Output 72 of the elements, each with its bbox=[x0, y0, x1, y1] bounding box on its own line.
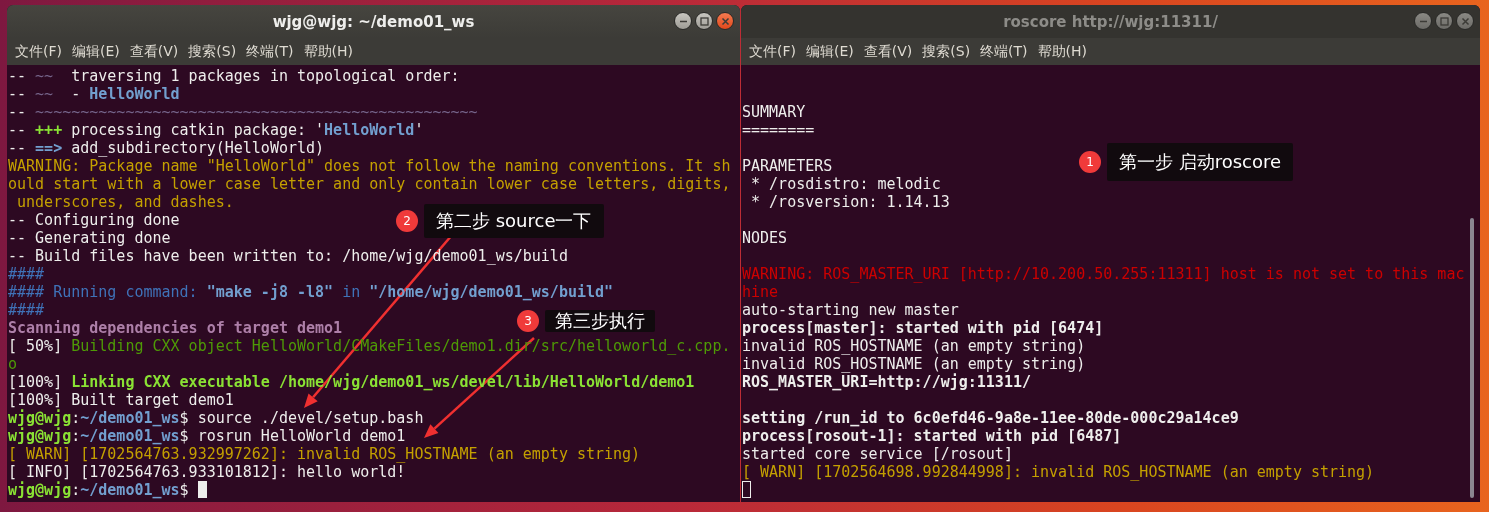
menu-item[interactable]: 终端(T) bbox=[975, 42, 1033, 61]
window-title: wjg@wjg: ~/demo01_ws bbox=[272, 12, 475, 31]
menu-item[interactable]: 文件(F) bbox=[10, 42, 67, 61]
menu-item[interactable]: 文件(F) bbox=[744, 42, 801, 61]
terminal-line: invalid ROS_HOSTNAME (an empty string) bbox=[742, 355, 1086, 373]
terminal-line: ROS_MASTER_URI=http://wjg:11311/ bbox=[742, 373, 1031, 391]
callout-label: 第三步执行 bbox=[545, 310, 655, 332]
terminal-line: #### bbox=[8, 301, 45, 319]
terminal-line: #### bbox=[8, 265, 45, 283]
menu-item[interactable]: 帮助(H) bbox=[298, 42, 359, 61]
terminal-line: [100%] Built target demo1 bbox=[8, 391, 234, 409]
terminal-line: -- ~~ - HelloWorld bbox=[8, 85, 180, 103]
menu-item[interactable]: 帮助(H) bbox=[1032, 42, 1093, 61]
menu-item[interactable]: 编辑(E) bbox=[67, 42, 125, 61]
maximize-icon bbox=[699, 16, 709, 26]
terminal-line: * /rosdistro: melodic bbox=[750, 175, 941, 193]
terminal-line: SUMMARY bbox=[742, 103, 806, 121]
menu-item[interactable]: 搜索(S) bbox=[917, 42, 976, 61]
menu-item[interactable]: 搜索(S) bbox=[183, 42, 242, 61]
maximize-button[interactable] bbox=[1435, 12, 1453, 30]
terminal-line: -- ==> add_subdirectory(HelloWorld) bbox=[8, 139, 325, 157]
terminal-line: [ WARN] [1702564698.992844998]: invalid ROS_HOSTNAME (an empty string) bbox=[742, 463, 1375, 481]
step-number-badge: 3 bbox=[517, 310, 539, 332]
terminal-line: WARNING: ROS_MASTER_URI [http://10.200.50.255:11311] host is not set to this mac bbox=[742, 265, 1465, 283]
minimize-icon bbox=[1418, 20, 1428, 22]
menu-item[interactable]: 编辑(E) bbox=[801, 42, 859, 61]
menu-item[interactable]: 终端(T) bbox=[241, 42, 299, 61]
terminal-line: wjg@wjg:~/demo01_ws$ bbox=[8, 481, 190, 499]
terminal-line: -- ~~ traversing 1 packages in topological order: bbox=[8, 67, 460, 85]
maximize-icon bbox=[1439, 16, 1449, 26]
terminal-line: wjg@wjg:~/demo01_ws$ rosrun HelloWorld demo1 bbox=[8, 427, 406, 445]
terminal-line: invalid ROS_HOSTNAME (an empty string) bbox=[742, 337, 1086, 355]
step-number-badge: 1 bbox=[1079, 151, 1101, 173]
close-button[interactable] bbox=[1456, 12, 1474, 30]
terminal-line: NODES bbox=[742, 229, 788, 247]
terminal-line: process[master]: started with pid [6474] bbox=[742, 319, 1104, 337]
terminal-line: setting /run_id to 6c0efd46-9a8e-11ee-80de-000c29a14ce9 bbox=[742, 409, 1239, 427]
terminal-line: Scanning dependencies of target demo1 bbox=[8, 319, 343, 337]
window-title: roscore http://wjg:11311/ bbox=[1003, 12, 1218, 31]
terminal-line: started core service [/rosout] bbox=[742, 445, 1013, 463]
terminal-line: process[rosout-1]: started with pid [6487] bbox=[742, 427, 1122, 445]
terminal-line: [ WARN] [1702564763.932997262]: invalid ROS_HOSTNAME (an empty string) bbox=[8, 445, 641, 463]
text-cursor bbox=[197, 481, 207, 498]
scrollbar[interactable] bbox=[1470, 218, 1474, 498]
terminal-line: PARAMETERS bbox=[742, 157, 833, 175]
terminal-line: wjg@wjg:~/demo01_ws$ source ./devel/setup.bash bbox=[8, 409, 424, 427]
menu-item[interactable]: 查看(V) bbox=[858, 42, 918, 61]
minimize-icon bbox=[678, 20, 688, 22]
terminal-line: * /rosversion: 1.14.13 bbox=[750, 193, 950, 211]
minimize-button[interactable] bbox=[1414, 12, 1432, 30]
terminal-line: o bbox=[8, 355, 18, 373]
terminal-line: underscores, and dashes. bbox=[16, 193, 234, 211]
terminal-line: -- Generating done bbox=[8, 229, 171, 247]
terminal-line: -- ~~~~~~~~~~~~~~~~~~~~~~~~~~~~~~~~~~~~~~~~~~~~~~~~~ bbox=[8, 103, 478, 121]
terminal-line: auto-starting new master bbox=[742, 301, 959, 319]
terminal-line: hine bbox=[742, 283, 779, 301]
step-number-badge: 2 bbox=[396, 210, 418, 232]
text-cursor bbox=[742, 481, 751, 498]
terminal-line: [ INFO] [1702564763.933101812]: hello world! bbox=[8, 463, 406, 481]
callout-label: 第一步 启动roscore bbox=[1107, 143, 1294, 181]
terminal-line: WARNING: Package name "HelloWorld" does not follow the naming conventions. It sh bbox=[8, 157, 731, 175]
menu-item[interactable]: 查看(V) bbox=[124, 42, 184, 61]
maximize-button[interactable] bbox=[695, 12, 713, 30]
close-icon bbox=[721, 17, 729, 25]
terminal-line: ould start with a lower case letter and only contain lower case letters, digits, bbox=[8, 175, 731, 193]
callout-label: 第二步 source一下 bbox=[424, 204, 604, 238]
close-button[interactable] bbox=[716, 12, 734, 30]
terminal-line: -- Configuring done bbox=[8, 211, 180, 229]
terminal-line: -- +++ processing catkin package: 'HelloWorld' bbox=[8, 121, 424, 139]
minimize-button[interactable] bbox=[674, 12, 692, 30]
terminal-line: ======== bbox=[742, 121, 815, 139]
close-icon bbox=[1461, 17, 1469, 25]
